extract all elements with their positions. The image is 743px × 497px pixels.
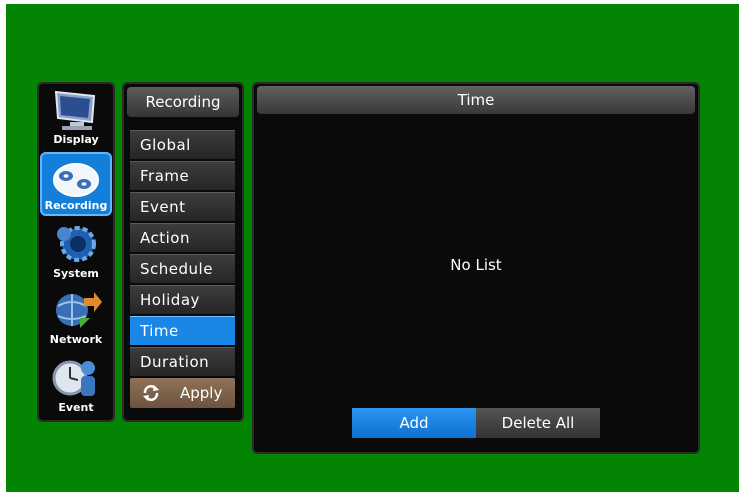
nav-item-recording[interactable]: Recording (40, 152, 112, 216)
submenu-item-event[interactable]: Event (130, 192, 235, 221)
submenu-item-duration[interactable]: Duration (130, 347, 235, 376)
submenu-item-global[interactable]: Global (130, 130, 235, 159)
recording-reels-icon (53, 163, 99, 197)
submenu-item-frame[interactable]: Frame (130, 161, 235, 190)
add-button[interactable]: Add (352, 408, 476, 438)
nav-label-event: Event (58, 401, 94, 414)
nav-item-display[interactable]: Display (40, 86, 112, 150)
submenu-title: Recording (127, 87, 239, 117)
nav-item-network[interactable]: Network (40, 286, 112, 350)
apply-label: Apply (180, 384, 223, 402)
monitor-icon (54, 90, 96, 130)
system-gear-icon (57, 226, 96, 262)
submenu-item-time[interactable]: Time (130, 316, 235, 345)
panel-title: Time (257, 86, 695, 114)
refresh-icon (143, 385, 159, 401)
submenu-item-schedule[interactable]: Schedule (130, 254, 235, 283)
network-globe-icon (56, 292, 102, 328)
submenu: Recording Global Frame Event Action Sche… (122, 82, 244, 422)
delete-all-button[interactable]: Delete All (476, 408, 600, 438)
nav-label-display: Display (53, 133, 99, 146)
main-nav: Display Recording System Network Event (37, 82, 115, 422)
submenu-item-action[interactable]: Action (130, 223, 235, 252)
empty-list-message: No List (450, 256, 502, 274)
nav-item-system[interactable]: System (40, 220, 112, 284)
nav-label-system: System (53, 267, 99, 280)
nav-label-recording: Recording (44, 199, 108, 212)
apply-button[interactable]: Apply (130, 378, 235, 408)
nav-label-network: Network (49, 333, 103, 346)
event-clock-icon (52, 360, 95, 396)
nav-item-event[interactable]: Event (40, 354, 112, 418)
submenu-item-holiday[interactable]: Holiday (130, 285, 235, 314)
time-panel: Time No List Add Delete All (252, 82, 700, 454)
